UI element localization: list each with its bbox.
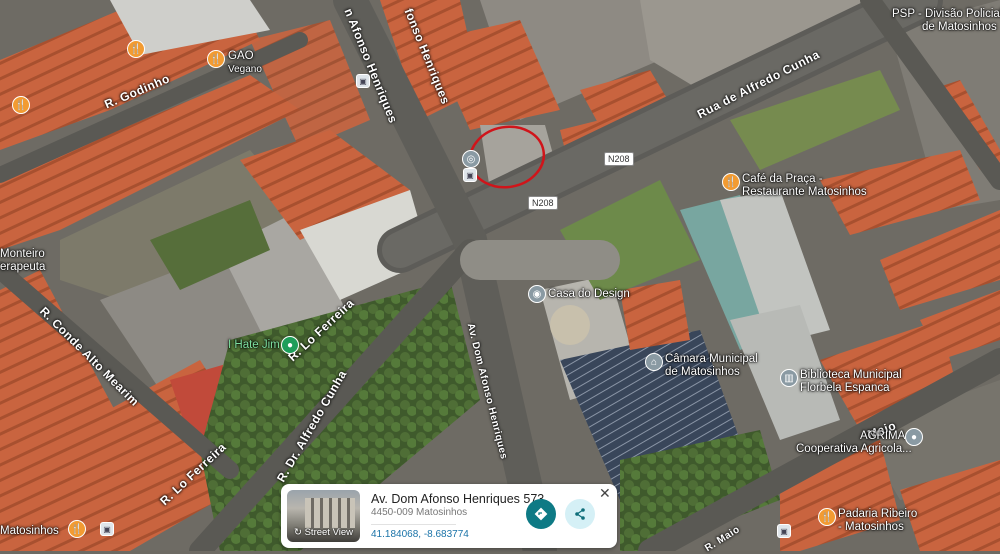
bus-stop-icon[interactable]: ▣ xyxy=(777,524,791,538)
cafe-pin-icon[interactable]: 🍴 xyxy=(722,173,740,191)
poi-sub: Vegano xyxy=(228,64,262,75)
bus-stop-icon[interactable]: ▣ xyxy=(463,168,477,182)
directions-icon xyxy=(534,507,548,521)
poi-agrima[interactable]: AGRIMA - Cooperativa Agricola... xyxy=(796,430,912,456)
poi-biblioteca[interactable]: Biblioteca Municipal Florbela Espanca xyxy=(800,369,902,395)
poi-sub: erapeuta xyxy=(0,261,46,273)
library-pin-icon[interactable]: ▥ xyxy=(780,369,798,387)
road-number-n208-2: N208 xyxy=(528,196,558,210)
poi-cafe-da-praca[interactable]: Café da Praça - Restaurante Matosinhos xyxy=(742,173,867,199)
poi-sub: Restaurante Matosinhos xyxy=(742,186,867,198)
poi-sub: - Matosinhos xyxy=(838,521,904,533)
location-info-card: ↻ Street View Av. Dom Afonso Henriques 5… xyxy=(281,484,617,548)
share-button[interactable] xyxy=(565,499,595,529)
street-view-preview-image xyxy=(305,498,355,528)
padaria-pin-icon[interactable]: 🍴 xyxy=(818,508,836,526)
poi-camara-municipal[interactable]: Câmara Municipal de Matosinhos xyxy=(665,353,758,379)
directions-button[interactable] xyxy=(526,499,556,529)
street-view-icon: ↻ xyxy=(293,527,305,538)
street-view-label: ↻ Street View xyxy=(287,527,360,538)
bus-stop-icon[interactable]: ▣ xyxy=(100,522,114,536)
selected-location-pin-icon[interactable]: ◎ xyxy=(462,150,480,168)
location-title: Av. Dom Afonso Henriques 573 xyxy=(371,492,545,506)
poi-name: Padaria Ribeiro xyxy=(838,508,918,520)
poi-sub: de Matosinhos xyxy=(922,21,997,33)
bus-stop-icon[interactable]: ▣ xyxy=(356,74,370,88)
camara-pin-icon[interactable]: ⌂ xyxy=(645,353,663,371)
restaurant-pin-icon[interactable]: 🍴 xyxy=(68,520,86,538)
poi-name: Biblioteca Municipal xyxy=(800,369,902,381)
location-postal: 4450-009 Matosinhos xyxy=(371,507,468,518)
share-icon xyxy=(575,508,585,520)
poi-name: PSP - Divisão Policial xyxy=(892,8,1000,20)
poi-name: GAO xyxy=(228,50,254,62)
poi-sub: Florbela Espanca xyxy=(800,382,890,394)
close-button[interactable]: ✕ xyxy=(599,485,611,502)
poi-padaria-ribeiro[interactable]: Padaria Ribeiro - Matosinhos xyxy=(838,508,917,534)
gao-restaurant-pin-icon[interactable]: 🍴 xyxy=(207,50,225,68)
poi-casa-do-design[interactable]: Casa do Design xyxy=(548,288,630,301)
casa-do-design-pin-icon[interactable]: ◉ xyxy=(528,285,546,303)
poi-name: AGRIMA - xyxy=(859,430,912,442)
restaurant-pin-icon[interactable]: 🍴 xyxy=(127,40,145,58)
poi-name: Câmara Municipal xyxy=(665,353,758,365)
poi-psp[interactable]: PSP - Divisão Policial de Matosinhos xyxy=(892,8,1000,34)
poi-name: Monteiro xyxy=(0,248,45,260)
poi-gao[interactable]: GAO Vegano xyxy=(228,50,262,76)
place-pin-icon[interactable]: ● xyxy=(281,336,299,354)
location-coordinates[interactable]: 41.184068, -8.683774 xyxy=(371,529,469,540)
poi-name: Café da Praça - xyxy=(742,173,823,185)
poi-matosinhos[interactable]: Matosinhos xyxy=(0,525,59,538)
divider xyxy=(371,524,456,525)
street-view-text: Street View xyxy=(304,527,353,538)
poi-monteiro[interactable]: Monteiro erapeuta xyxy=(0,248,45,274)
poi-i-hate-jim[interactable]: I Hate Jim xyxy=(228,339,280,352)
poi-sub: Cooperativa Agricola... xyxy=(796,443,912,455)
agrima-pin-icon[interactable]: ● xyxy=(905,428,923,446)
poi-sub: de Matosinhos xyxy=(665,366,740,378)
restaurant-pin-icon[interactable]: 🍴 xyxy=(12,96,30,114)
street-view-thumbnail[interactable]: ↻ Street View xyxy=(287,490,360,542)
road-number-n208: N208 xyxy=(604,152,634,166)
